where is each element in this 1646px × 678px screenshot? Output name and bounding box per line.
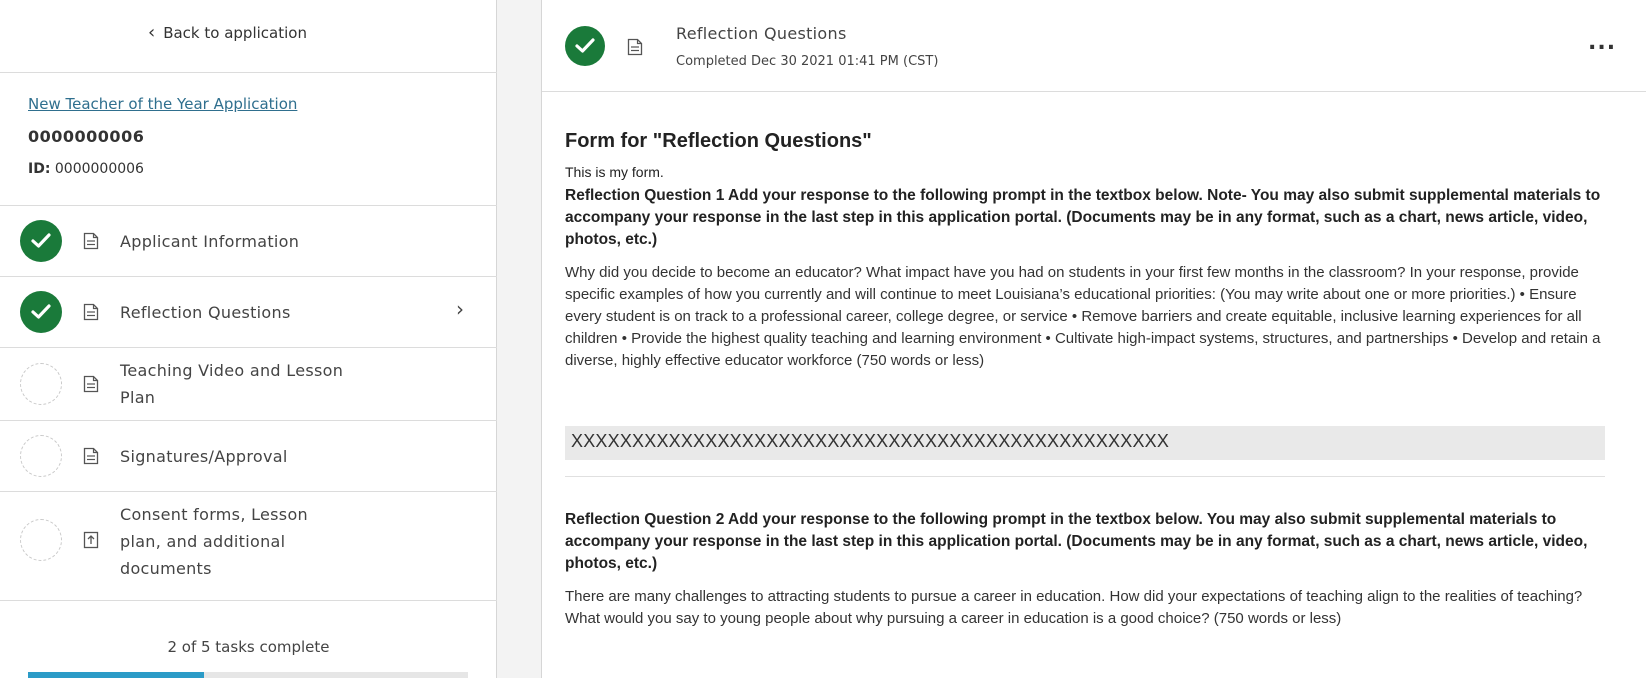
task-label-line: Teaching Video and Lesson [120,361,344,380]
task-sidebar: ‹ Back to application New Teacher of the… [0,0,497,678]
tasks-progress-text: 2 of 5 tasks complete [167,638,330,656]
document-icon [83,303,99,321]
application-id: ID: 0000000006 [28,161,144,177]
back-to-application-link[interactable]: ‹ Back to application [148,22,307,43]
form-header: Reflection Questions Completed Dec 30 20… [542,0,1646,92]
task-label-line: Consent forms, Lesson [120,505,308,524]
document-icon [83,232,99,250]
tasks-progress-bar [28,672,468,678]
question-1-answer: XXXXXXXXXXXXXXXXXXXXXXXXXXXXXXXXXXXXXXXX… [565,426,1605,460]
task-label: Applicant Information [120,232,300,251]
question-2-title: Reflection Question 2 Add your response … [565,511,1588,572]
task-teaching-video-and-lesson-plan[interactable]: Teaching Video and Lesson Plan [0,348,497,420]
task-label-line: documents [120,559,212,578]
task-label-line: Plan [120,388,156,407]
more-options-icon[interactable]: ... [1588,30,1616,55]
form-title: Form for "Reflection Questions" [565,130,872,152]
back-link-label: Back to application [163,24,307,42]
task-consent-forms[interactable]: Consent forms, Lesson plan, and addition… [0,492,497,588]
form-panel: Reflection Questions Completed Dec 30 20… [541,0,1646,678]
divider [0,72,497,73]
complete-check-icon [20,220,62,262]
complete-check-icon [565,26,605,66]
id-label: ID: [28,161,51,177]
complete-check-icon [20,291,62,333]
task-label-line: plan, and additional [120,532,286,551]
tasks-progress-fill [28,672,204,678]
question-1-prompt: Why did you decide to become an educator… [565,264,1601,369]
upload-icon [83,531,99,549]
task-label: Signatures/Approval [120,447,288,466]
document-icon [83,447,99,465]
application-link[interactable]: New Teacher of the Year Application [28,95,297,113]
incomplete-circle-icon [20,519,62,561]
incomplete-circle-icon [20,435,62,477]
document-icon [627,38,643,56]
form-header-title: Reflection Questions [676,24,847,43]
task-label: Consent forms, Lesson plan, and addition… [120,501,308,582]
question-1-title: Reflection Question 1 Add your response … [565,187,1601,248]
task-applicant-information[interactable]: Applicant Information [0,206,497,276]
chevron-right-icon: › [456,297,464,321]
document-icon [83,375,99,393]
chevron-left-icon: ‹ [148,22,156,43]
divider [0,600,497,601]
divider [565,476,1605,477]
task-label: Reflection Questions [120,303,291,322]
task-reflection-questions[interactable]: Reflection Questions › [0,277,497,347]
form-description: This is my form. [565,164,664,180]
id-value: 0000000006 [54,161,144,177]
incomplete-circle-icon [20,363,62,405]
question-2-prompt: There are many challenges to attracting … [565,588,1583,627]
task-signatures-approval[interactable]: Signatures/Approval [0,421,497,491]
task-label: Teaching Video and Lesson Plan [120,357,343,411]
application-number: 0000000006 [28,127,145,146]
completed-timestamp: Completed Dec 30 2021 01:41 PM (CST) [676,54,939,69]
